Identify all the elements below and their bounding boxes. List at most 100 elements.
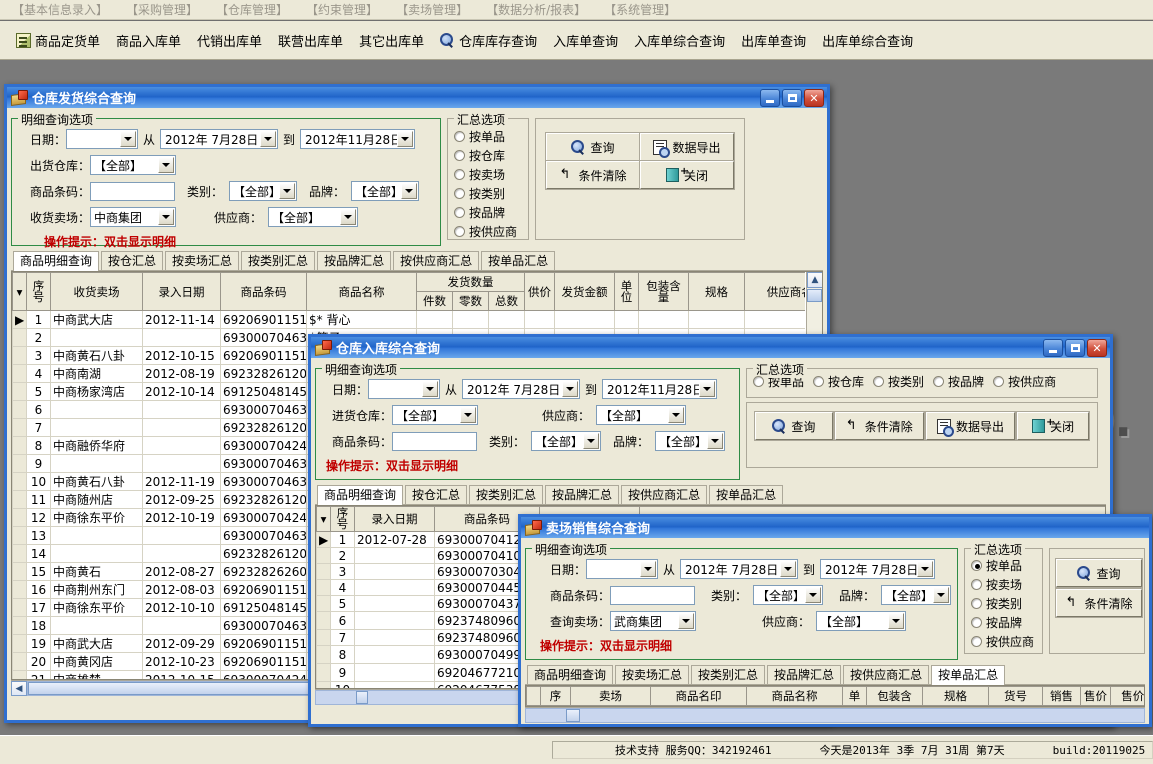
tab-by-market[interactable]: 按卖场汇总	[165, 251, 240, 270]
tab-product-detail[interactable]: 商品明细查询	[13, 251, 100, 271]
tab-by-category[interactable]: 按类别汇总	[241, 251, 316, 270]
export-button[interactable]: 数据导出	[924, 411, 1017, 441]
row-indicator[interactable]	[12, 472, 27, 491]
row-indicator[interactable]	[12, 652, 27, 671]
scroll-up-icon[interactable]: ▲	[807, 272, 822, 288]
radio-by-item[interactable]: 按单品	[454, 128, 522, 145]
row-indicator[interactable]	[316, 547, 331, 564]
query-button[interactable]: 查询	[754, 411, 834, 441]
row-indicator[interactable]	[12, 418, 27, 437]
row-indicator[interactable]	[12, 526, 27, 545]
category-combo[interactable]: 【全部】	[531, 431, 602, 451]
toolbar-btn-order[interactable]: 商品定货单	[8, 29, 108, 52]
row-indicator[interactable]	[316, 563, 331, 580]
toolbar-btn-inbound-query[interactable]: 入库单查询	[545, 29, 626, 52]
horizontal-scrollbar-sales[interactable]	[525, 707, 1145, 723]
radio-by-brand[interactable]: 按品牌	[454, 204, 522, 221]
toolbar-btn-outbound-comprehensive[interactable]: 出库单综合查询	[814, 29, 921, 52]
menu-item-basic-info[interactable]: 【基本信息录入】	[6, 0, 120, 19]
row-indicator[interactable]	[12, 364, 27, 383]
chevron-down-icon[interactable]	[401, 183, 418, 199]
category-combo[interactable]: 【全部】	[229, 181, 298, 201]
tab-by-supplier[interactable]: 按供应商汇总	[621, 485, 708, 504]
radio-by-supplier[interactable]: 按供应商	[993, 373, 1056, 390]
chevron-down-icon[interactable]	[583, 433, 600, 449]
chevron-down-icon[interactable]	[422, 381, 439, 397]
close-window-button[interactable]: 关闭	[639, 160, 735, 190]
scrollbar-thumb[interactable]	[566, 709, 580, 722]
query-button[interactable]: 查询	[545, 132, 641, 162]
row-indicator[interactable]	[12, 454, 27, 473]
row-indicator[interactable]	[12, 634, 27, 653]
scrollbar-thumb[interactable]	[356, 691, 368, 704]
row-indicator[interactable]	[316, 681, 331, 688]
radio-by-item[interactable]: 按单品	[971, 557, 1036, 574]
tab-by-brand[interactable]: 按品牌汇总	[545, 485, 620, 504]
tab-by-brand[interactable]: 按品牌汇总	[317, 251, 392, 270]
chevron-down-icon[interactable]	[640, 561, 657, 577]
tab-by-market[interactable]: 按卖场汇总	[615, 665, 690, 684]
radio-by-warehouse[interactable]: 按仓库	[813, 373, 864, 390]
row-indicator[interactable]	[12, 400, 27, 419]
close-button[interactable]: ✕	[804, 89, 824, 107]
category-combo[interactable]: 【全部】	[753, 585, 824, 605]
brand-combo[interactable]: 【全部】	[881, 585, 952, 605]
clear-conditions-button[interactable]: ↰ 条件清除	[833, 411, 925, 441]
scroll-left-icon[interactable]: ◀	[11, 681, 27, 696]
supplier-combo[interactable]: 【全部】	[596, 405, 687, 425]
toolbar-btn-joint-outbound[interactable]: 联营出库单	[270, 29, 351, 52]
chevron-down-icon[interactable]	[707, 433, 724, 449]
header-select[interactable]: ▾	[316, 506, 331, 532]
date-from-picker[interactable]: 2012年 7月28日	[680, 559, 799, 579]
chevron-down-icon[interactable]	[933, 587, 950, 603]
menu-item-system[interactable]: 【系统管理】	[598, 0, 688, 19]
toolbar-btn-stock-query[interactable]: 仓库库存查询	[432, 29, 545, 52]
clear-conditions-button[interactable]: ↰ 条件清除	[545, 160, 641, 190]
datagrid-sales[interactable]: 序 卖场 商品名印 商品名称 单 包装含 规格 货号 销售 售价 售价金	[525, 685, 1145, 707]
radio-by-brand[interactable]: 按品牌	[933, 373, 984, 390]
tab-by-warehouse[interactable]: 按仓汇总	[405, 485, 468, 504]
supplier-combo[interactable]: 【全部】	[816, 611, 907, 631]
header-select[interactable]: ▾	[12, 272, 27, 311]
query-market-combo[interactable]: 武商集团	[610, 611, 697, 631]
barcode-input[interactable]	[90, 181, 176, 201]
brand-combo[interactable]: 【全部】	[655, 431, 726, 451]
menu-item-analysis[interactable]: 【数据分析/报表】	[480, 0, 598, 19]
titlebar-shipment[interactable]: 仓库发货综合查询 ✕	[7, 84, 827, 108]
date-to-picker[interactable]: 2012年11月28日	[300, 129, 416, 149]
chevron-down-icon[interactable]	[780, 561, 797, 577]
radio-by-market[interactable]: 按卖场	[971, 576, 1036, 593]
menu-item-market[interactable]: 【卖场管理】	[390, 0, 480, 19]
toolbar-btn-inbound-comprehensive[interactable]: 入库单综合查询	[626, 29, 733, 52]
menu-item-purchase[interactable]: 【采购管理】	[120, 0, 210, 19]
row-indicator[interactable]: ▶	[12, 310, 27, 329]
chevron-down-icon[interactable]	[678, 613, 695, 629]
export-button[interactable]: 数据导出	[639, 132, 735, 162]
chevron-down-icon[interactable]	[260, 131, 277, 147]
toolbar-btn-consign-outbound[interactable]: 代销出库单	[189, 29, 270, 52]
tab-product-detail[interactable]: 商品明细查询	[527, 665, 614, 684]
row-indicator[interactable]	[12, 580, 27, 599]
chevron-down-icon[interactable]	[460, 407, 477, 423]
date-to-picker[interactable]: 2012年11月28日	[602, 379, 718, 399]
row-indicator[interactable]	[12, 544, 27, 563]
tab-by-supplier[interactable]: 按供应商汇总	[393, 251, 480, 270]
query-button[interactable]: 查询	[1055, 558, 1143, 588]
titlebar-inbound[interactable]: 仓库入库综合查询 ✕	[311, 334, 1110, 358]
supplier-combo[interactable]: 【全部】	[268, 207, 359, 227]
tab-by-supplier[interactable]: 按供应商汇总	[843, 665, 930, 684]
table-row[interactable]: ▶ 1 中商武大店 2012-11-14 692069011513 $* 背心	[12, 310, 805, 329]
chevron-down-icon[interactable]	[917, 561, 934, 577]
row-indicator[interactable]	[12, 598, 27, 617]
tab-by-item[interactable]: 按单品汇总	[481, 251, 556, 270]
chevron-down-icon[interactable]	[397, 131, 414, 147]
date-mode-combo[interactable]	[66, 129, 139, 149]
maximize-button[interactable]	[782, 89, 802, 107]
toolbar-btn-outbound-query[interactable]: 出库单查询	[733, 29, 814, 52]
row-indicator[interactable]	[316, 611, 331, 630]
row-indicator[interactable]	[316, 629, 331, 646]
row-indicator[interactable]	[316, 645, 331, 664]
row-indicator[interactable]: ▶	[316, 531, 331, 548]
radio-by-category[interactable]: 按类别	[873, 373, 924, 390]
radio-by-category[interactable]: 按类别	[454, 185, 522, 202]
